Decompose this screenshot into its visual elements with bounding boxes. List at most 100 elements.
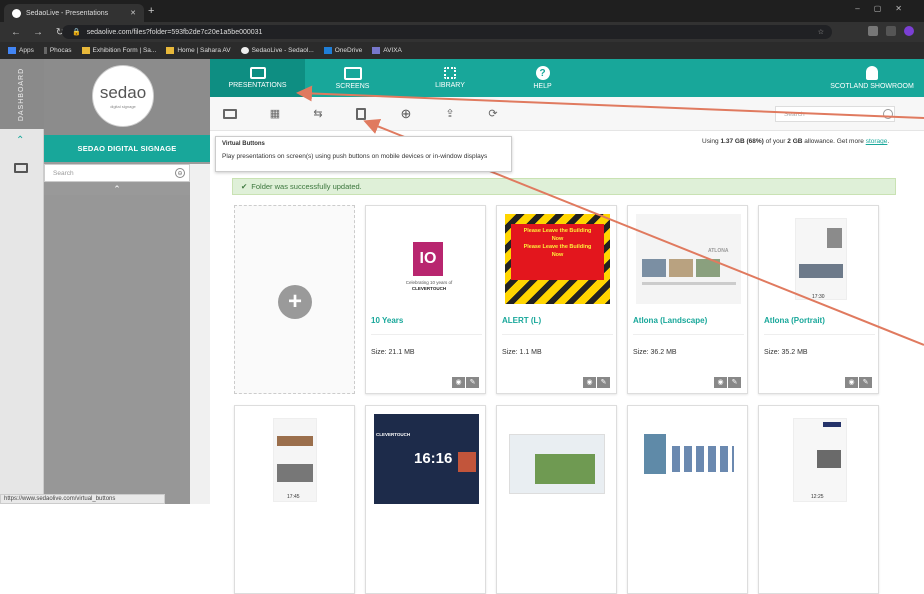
- dashboard-tab[interactable]: DASHBOARD: [0, 59, 44, 129]
- refresh-icon[interactable]: ⟳: [486, 107, 500, 121]
- bookmark-avixa[interactable]: AVIXA: [372, 47, 402, 54]
- bookmark-sedaolive[interactable]: SedaoLive - Sedaol...: [240, 47, 314, 54]
- avixa-icon: [372, 47, 381, 54]
- extensions: [868, 26, 914, 36]
- lock-icon: 🔒: [72, 29, 81, 36]
- bookmarks-bar: Apps Phocas Exhibition Form | Sa... Home…: [0, 42, 924, 59]
- presentation-thumbnail: [505, 414, 610, 504]
- top-nav: PRESENTATIONS SCREENS LIBRARY ? HELP SCO…: [210, 59, 924, 97]
- bookmark-sahara[interactable]: Home | Sahara AV: [166, 47, 231, 54]
- edit-icon[interactable]: ✎: [597, 377, 610, 388]
- presentation-card[interactable]: ATLONA Atlona (Landscape) Size: 36.2 MB …: [627, 205, 748, 394]
- schedule-calendar-icon[interactable]: ▦: [268, 107, 282, 121]
- presentation-thumbnail: IO Celebrating 10 years of CLEVERTOUCH: [374, 214, 479, 304]
- plus-icon: +: [278, 285, 312, 319]
- edit-icon[interactable]: ✎: [859, 377, 872, 388]
- sedao-logo: sedao digital signage: [92, 65, 154, 127]
- search-icon[interactable]: [883, 109, 893, 119]
- presentation-card[interactable]: Please Leave the Building Now Please Leave…: [496, 205, 617, 394]
- chevron-up-icon[interactable]: ⌃: [16, 135, 24, 146]
- presentation-icon[interactable]: [14, 163, 28, 173]
- window-controls[interactable]: –▢✕: [855, 4, 916, 13]
- presentation-card[interactable]: 17:30 Atlona (Portrait) Size: 35.2 MB ◉ ✎: [758, 205, 879, 394]
- address-bar-row: ← → ↻ 🔒 sedaolive.com/files?folder=593fb…: [0, 22, 924, 42]
- success-alert: ✔ Folder was successfully updated.: [232, 178, 896, 195]
- presentation-thumbnail: ATLONA: [636, 214, 741, 304]
- logo-area: sedao digital signage: [44, 59, 210, 135]
- scrollbar[interactable]: [190, 164, 210, 504]
- presentation-search-input[interactable]: Search: [775, 106, 895, 122]
- folder-search-input[interactable]: Search: [44, 164, 190, 182]
- edit-icon[interactable]: ✎: [728, 377, 741, 388]
- bookmark-icon: [43, 47, 47, 54]
- folder-title[interactable]: SEDAO DIGITAL SIGNAGE: [44, 135, 210, 162]
- forward-icon[interactable]: →: [32, 27, 44, 38]
- presentation-icon: [249, 67, 266, 79]
- presentation-card[interactable]: 12:25: [758, 405, 879, 594]
- storage-usage: Using 1.37 GB (68%) of your 2 GB allowan…: [702, 138, 890, 145]
- cast-icon[interactable]: ⇆: [311, 107, 325, 121]
- status-bar-url: https://www.sedaolive.com/virtual_button…: [0, 494, 165, 504]
- preview-eye-icon[interactable]: ◉: [714, 377, 727, 388]
- presentation-thumbnail: CLEVERTOUCH 16:16: [374, 414, 479, 504]
- collapse-chevron-icon[interactable]: ⌃: [44, 183, 190, 195]
- folder-icon: [81, 47, 90, 54]
- apps-grid-icon: [8, 47, 16, 54]
- folder-icon: [166, 47, 175, 54]
- bookmark-star-icon[interactable]: ☆: [818, 28, 824, 36]
- tab-screens[interactable]: SCREENS: [305, 59, 400, 97]
- folder-list: [44, 195, 190, 504]
- extension-icon[interactable]: [868, 26, 878, 36]
- presentation-card[interactable]: [496, 405, 617, 594]
- new-tab-icon[interactable]: +: [148, 5, 154, 17]
- presentation-card[interactable]: 17:45: [234, 405, 355, 594]
- user-icon: [866, 66, 878, 80]
- account-menu[interactable]: SCOTLAND SHOWROOM: [820, 59, 924, 97]
- storage-link[interactable]: storage: [866, 138, 888, 145]
- library-icon: [444, 67, 456, 79]
- bookmark-exhibition[interactable]: Exhibition Form | Sa...: [81, 47, 156, 54]
- virtual-buttons-tooltip: Virtual Buttons Play presentations on sc…: [215, 136, 512, 172]
- extension-icon[interactable]: [886, 26, 896, 36]
- url-text: sedaolive.com/files?folder=593fb2de7c20e…: [86, 28, 263, 36]
- bookmark-phocas[interactable]: Phocas: [43, 47, 72, 54]
- preview-eye-icon[interactable]: ◉: [583, 377, 596, 388]
- onedrive-icon: [323, 47, 332, 54]
- tab-library[interactable]: LIBRARY: [400, 59, 500, 97]
- preview-eye-icon[interactable]: ◉: [452, 377, 465, 388]
- presentation-thumbnail: 17:30: [767, 214, 872, 304]
- close-tab-icon[interactable]: ✕: [130, 9, 136, 17]
- check-icon: ✔: [241, 182, 248, 191]
- profile-avatar-icon[interactable]: [904, 26, 914, 36]
- presentation-card[interactable]: IO Celebrating 10 years of CLEVERTOUCH 1…: [365, 205, 486, 394]
- bookmark-onedrive[interactable]: OneDrive: [323, 47, 362, 54]
- preview-eye-icon[interactable]: ◉: [845, 377, 858, 388]
- presentation-view-icon[interactable]: [223, 109, 237, 119]
- tab-presentations[interactable]: PRESENTATIONS: [210, 59, 305, 97]
- browser-tab-bar: SedaoLive - Presentations ✕ + –▢✕: [0, 0, 924, 22]
- presentation-card[interactable]: [627, 405, 748, 594]
- upload-icon[interactable]: ⇪: [443, 107, 457, 121]
- browser-tab[interactable]: SedaoLive - Presentations ✕: [4, 4, 144, 22]
- sedao-favicon-icon: [240, 47, 249, 54]
- back-icon[interactable]: ←: [10, 27, 22, 38]
- presentation-thumbnail: 17:45: [243, 414, 348, 504]
- presentation-thumbnail: [636, 414, 741, 504]
- sedao-favicon-icon: [12, 8, 21, 18]
- monitor-icon: [343, 66, 362, 80]
- add-icon[interactable]: ⊕: [399, 107, 413, 121]
- dashboard-strip: DASHBOARD ⌃: [0, 59, 44, 504]
- edit-icon[interactable]: ✎: [466, 377, 479, 388]
- help-icon: ?: [535, 66, 550, 80]
- folder-pane: sedao digital signage SEDAO DIGITAL SIGN…: [44, 59, 210, 504]
- tab-title: SedaoLive - Presentations: [26, 9, 109, 17]
- tab-help[interactable]: ? HELP: [500, 59, 585, 97]
- search-clear-icon[interactable]: ⊖: [175, 168, 185, 178]
- presentation-thumbnail: Please Leave the Building Now Please Leave…: [505, 214, 610, 304]
- presentation-card[interactable]: CLEVERTOUCH 16:16: [365, 405, 486, 594]
- bookmark-apps[interactable]: Apps: [8, 47, 34, 54]
- presentation-thumbnail: 12:25: [767, 414, 872, 504]
- add-presentation-card[interactable]: +: [234, 205, 355, 394]
- virtual-buttons-icon[interactable]: [356, 108, 366, 120]
- url-field[interactable]: 🔒 sedaolive.com/files?folder=593fb2de7c2…: [62, 25, 832, 39]
